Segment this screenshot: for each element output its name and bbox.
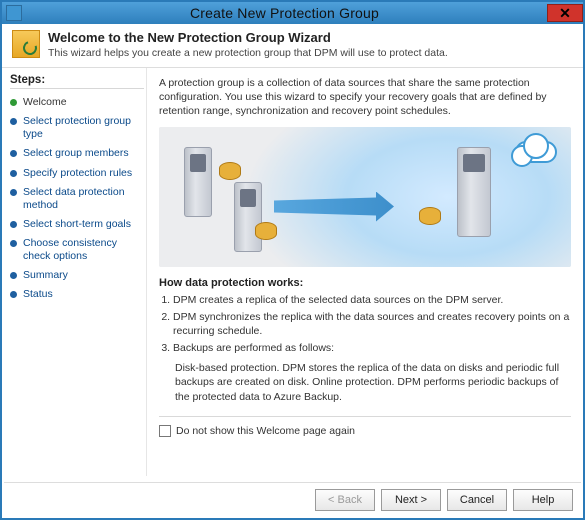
step-summary[interactable]: Summary (10, 266, 144, 285)
bullet-icon (10, 240, 17, 247)
step-select-protection-group-type[interactable]: Select protection group type (10, 112, 144, 144)
diagram-gradient (159, 127, 571, 267)
step-specify-protection-rules[interactable]: Specify protection rules (10, 164, 144, 183)
next-button[interactable]: Next > (381, 489, 441, 511)
bullet-icon (10, 99, 17, 106)
step-label: Welcome (23, 96, 67, 109)
bullet-icon (10, 150, 17, 157)
main-area: Steps: Welcome Select protection group t… (2, 68, 583, 476)
cloud-icon (515, 141, 557, 163)
database-icon (255, 222, 277, 240)
how-list: DPM creates a replica of the selected da… (173, 293, 571, 356)
step-label: Select protection group type (23, 115, 144, 141)
checkbox-icon[interactable] (159, 425, 171, 437)
bullet-icon (10, 272, 17, 279)
cancel-button[interactable]: Cancel (447, 489, 507, 511)
step-select-group-members[interactable]: Select group members (10, 144, 144, 163)
step-welcome[interactable]: Welcome (10, 93, 144, 112)
folder-icon (219, 162, 241, 180)
button-bar: < Back Next > Cancel Help (4, 482, 581, 516)
how-item: DPM synchronizes the replica with the da… (173, 310, 571, 338)
step-status[interactable]: Status (10, 285, 144, 304)
dpm-server-icon (457, 147, 491, 237)
database-icon (419, 207, 441, 225)
window-title: Create New Protection Group (22, 5, 547, 21)
intro-text: A protection group is a collection of da… (159, 76, 571, 119)
page-subtitle: This wizard helps you create a new prote… (48, 47, 448, 59)
checkbox-label: Do not show this Welcome page again (176, 425, 355, 437)
step-label: Select short-term goals (23, 218, 131, 231)
step-label: Summary (23, 269, 68, 282)
close-icon: ✕ (559, 6, 571, 20)
steps-pane: Steps: Welcome Select protection group t… (2, 68, 147, 476)
title-bar: Create New Protection Group ✕ (2, 2, 583, 24)
app-icon (6, 5, 22, 21)
wizard-header-icon (12, 30, 40, 58)
step-select-data-protection-method[interactable]: Select data protection method (10, 183, 144, 215)
step-select-short-term-goals[interactable]: Select short-term goals (10, 215, 144, 234)
page-title: Welcome to the New Protection Group Wiza… (48, 30, 448, 45)
do-not-show-row[interactable]: Do not show this Welcome page again (159, 425, 571, 437)
help-button[interactable]: Help (513, 489, 573, 511)
bullet-icon (10, 221, 17, 228)
step-label: Status (23, 288, 53, 301)
step-choose-consistency-check-options[interactable]: Choose consistency check options (10, 234, 144, 266)
step-label: Choose consistency check options (23, 237, 144, 263)
server-icon (184, 147, 212, 217)
step-label: Select group members (23, 147, 129, 160)
how-item: Backups are performed as follows: (173, 341, 571, 355)
how-heading: How data protection works: (159, 277, 571, 289)
bullet-icon (10, 189, 17, 196)
back-button: < Back (315, 489, 375, 511)
step-label: Select data protection method (23, 186, 144, 212)
close-button[interactable]: ✕ (547, 4, 583, 22)
steps-heading: Steps: (10, 74, 144, 89)
content-pane: A protection group is a collection of da… (147, 68, 583, 476)
server-icon (234, 182, 262, 252)
step-label: Specify protection rules (23, 167, 132, 180)
how-item: DPM creates a replica of the selected da… (173, 293, 571, 307)
protection-diagram (159, 127, 571, 267)
bullet-icon (10, 170, 17, 177)
wizard-header: Welcome to the New Protection Group Wiza… (2, 24, 583, 68)
bullet-icon (10, 118, 17, 125)
divider (159, 416, 571, 417)
bullet-icon (10, 291, 17, 298)
backup-detail: Disk-based protection. DPM stores the re… (175, 361, 571, 404)
